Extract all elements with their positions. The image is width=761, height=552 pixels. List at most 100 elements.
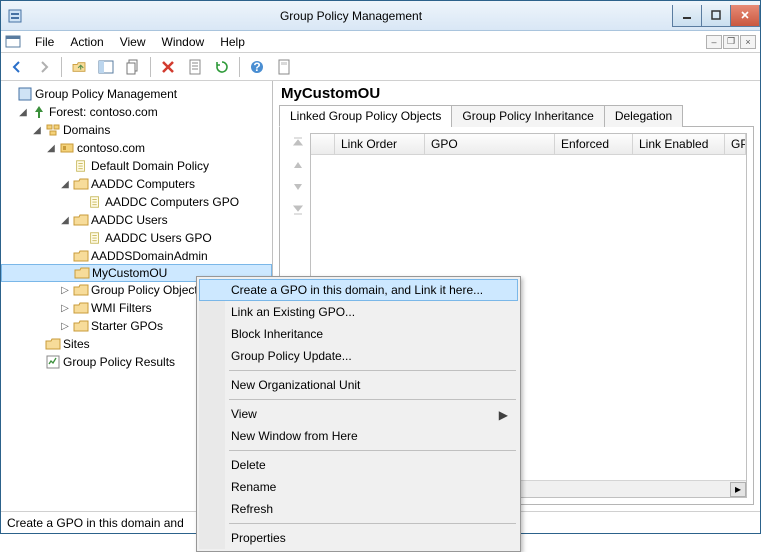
show-hide-tree-button[interactable] [94, 55, 118, 79]
ctx-link-existing[interactable]: Link an Existing GPO... [199, 301, 518, 323]
disclosure-icon[interactable]: ▷ [59, 321, 71, 332]
ctx-separator [229, 450, 516, 451]
refresh-button[interactable] [210, 55, 234, 79]
forward-button[interactable] [32, 55, 56, 79]
tab-delegation[interactable]: Delegation [604, 105, 683, 127]
folder-icon [73, 318, 89, 334]
mdi-close-button[interactable]: × [740, 35, 756, 49]
status-text: Create a GPO in this domain and [7, 516, 184, 530]
ctx-block-inheritance[interactable]: Block Inheritance [199, 323, 518, 345]
ctx-delete[interactable]: Delete [199, 454, 518, 476]
tree-domain[interactable]: ◢contoso.com [1, 139, 272, 157]
toolbar: ? [1, 53, 760, 81]
domains-icon [45, 122, 61, 138]
tab-inheritance[interactable]: Group Policy Inheritance [451, 105, 604, 127]
move-top-button[interactable] [289, 135, 307, 151]
tree-domains[interactable]: ◢Domains [1, 121, 272, 139]
ctx-gp-update[interactable]: Group Policy Update... [199, 345, 518, 367]
tree-aaddc-computers[interactable]: ◢ AADDC Computers [1, 175, 272, 193]
disclosure-icon[interactable]: ◢ [59, 215, 71, 226]
disclosure-icon[interactable]: ◢ [17, 107, 29, 118]
disclosure-icon[interactable]: ◢ [45, 143, 57, 154]
folder-icon [73, 300, 89, 316]
col-enforced[interactable]: Enforced [555, 134, 633, 154]
col-link-enabled[interactable]: Link Enabled [633, 134, 725, 154]
app-icon [7, 8, 23, 24]
tree-label: Group Policy Management [35, 87, 177, 101]
ctx-new-ou[interactable]: New Organizational Unit [199, 374, 518, 396]
app-window: Group Policy Management File Action View… [0, 0, 761, 534]
window-controls [673, 5, 760, 27]
disclosure-icon[interactable]: ◢ [31, 125, 43, 136]
toolbar-separator [150, 57, 151, 77]
tree-label: AADDSDomainAdmin [91, 249, 208, 263]
ctx-view[interactable]: View▶ [199, 403, 518, 425]
ou-icon [73, 248, 89, 264]
gpo-link-icon [87, 230, 103, 246]
tree-label: AADDC Users [91, 213, 168, 227]
maximize-button[interactable] [701, 5, 731, 27]
context-menu: Create a GPO in this domain, and Link it… [196, 276, 521, 552]
options-button[interactable] [272, 55, 296, 79]
ctx-properties[interactable]: Properties [199, 527, 518, 549]
submenu-arrow-icon: ▶ [499, 408, 508, 422]
tree-root[interactable]: Group Policy Management [1, 85, 272, 103]
delete-button[interactable] [156, 55, 180, 79]
move-down-button[interactable] [289, 179, 307, 195]
close-button[interactable] [730, 5, 760, 27]
mdi-controls: – ❐ × [706, 35, 756, 49]
menu-view[interactable]: View [112, 33, 154, 51]
minimize-button[interactable] [672, 5, 702, 27]
col-gpo-status[interactable]: GPO Status [725, 134, 746, 154]
col-link-order[interactable]: Link Order [335, 134, 425, 154]
sites-icon [45, 336, 61, 352]
details-header: MyCustomOU [281, 85, 754, 102]
ctx-refresh[interactable]: Refresh [199, 498, 518, 520]
ctx-separator [229, 523, 516, 524]
tree-label: Group Policy Objects [91, 283, 204, 297]
disclosure-icon[interactable]: ◢ [59, 179, 71, 190]
ctx-create-gpo[interactable]: Create a GPO in this domain, and Link it… [199, 279, 518, 301]
tree-label: AADDC Computers GPO [105, 195, 239, 209]
disclosure-icon[interactable]: ▷ [59, 303, 71, 314]
ctx-new-window[interactable]: New Window from Here [199, 425, 518, 447]
ctx-separator [229, 399, 516, 400]
copy-button[interactable] [121, 55, 145, 79]
details-tabs: Linked Group Policy Objects Group Policy… [279, 104, 754, 127]
tree-ddp[interactable]: Default Domain Policy [1, 157, 272, 175]
tree-label: Forest: contoso.com [49, 105, 158, 119]
tree-aadds-admin[interactable]: AADDSDomainAdmin [1, 247, 272, 265]
results-icon [45, 354, 61, 370]
tree-aaddc-users[interactable]: ◢ AADDC Users [1, 211, 272, 229]
scroll-right-button[interactable]: ▸ [730, 482, 746, 497]
tree-aaddc-computers-gpo[interactable]: AADDC Computers GPO [1, 193, 272, 211]
tree-aaddc-users-gpo[interactable]: AADDC Users GPO [1, 229, 272, 247]
toolbar-separator [61, 57, 62, 77]
gpm-icon [17, 86, 33, 102]
column-headers: Link Order GPO Enforced Link Enabled GPO… [311, 134, 746, 155]
move-up-button[interactable] [289, 157, 307, 173]
mdi-minimize-button[interactable]: – [706, 35, 722, 49]
menu-action[interactable]: Action [62, 33, 111, 51]
toolbar-separator [239, 57, 240, 77]
up-button[interactable] [67, 55, 91, 79]
tab-linked-gpo[interactable]: Linked Group Policy Objects [279, 105, 452, 127]
tree-label: Starter GPOs [91, 319, 163, 333]
menu-help[interactable]: Help [212, 33, 253, 51]
tree-forest[interactable]: ◢ Forest: contoso.com [1, 103, 272, 121]
back-button[interactable] [5, 55, 29, 79]
mdi-restore-button[interactable]: ❐ [723, 35, 739, 49]
move-bottom-button[interactable] [289, 201, 307, 217]
disclosure-icon[interactable]: ▷ [59, 285, 71, 296]
col-icon[interactable] [311, 134, 335, 154]
properties-button[interactable] [183, 55, 207, 79]
tree-label: MyCustomOU [92, 266, 167, 280]
help-button[interactable]: ? [245, 55, 269, 79]
col-gpo[interactable]: GPO [425, 134, 555, 154]
menu-window[interactable]: Window [154, 33, 213, 51]
ctx-rename[interactable]: Rename [199, 476, 518, 498]
menu-file[interactable]: File [27, 33, 62, 51]
svg-text:?: ? [253, 60, 260, 74]
gpo-link-icon [73, 158, 89, 174]
tree-label: AADDC Computers [91, 177, 195, 191]
